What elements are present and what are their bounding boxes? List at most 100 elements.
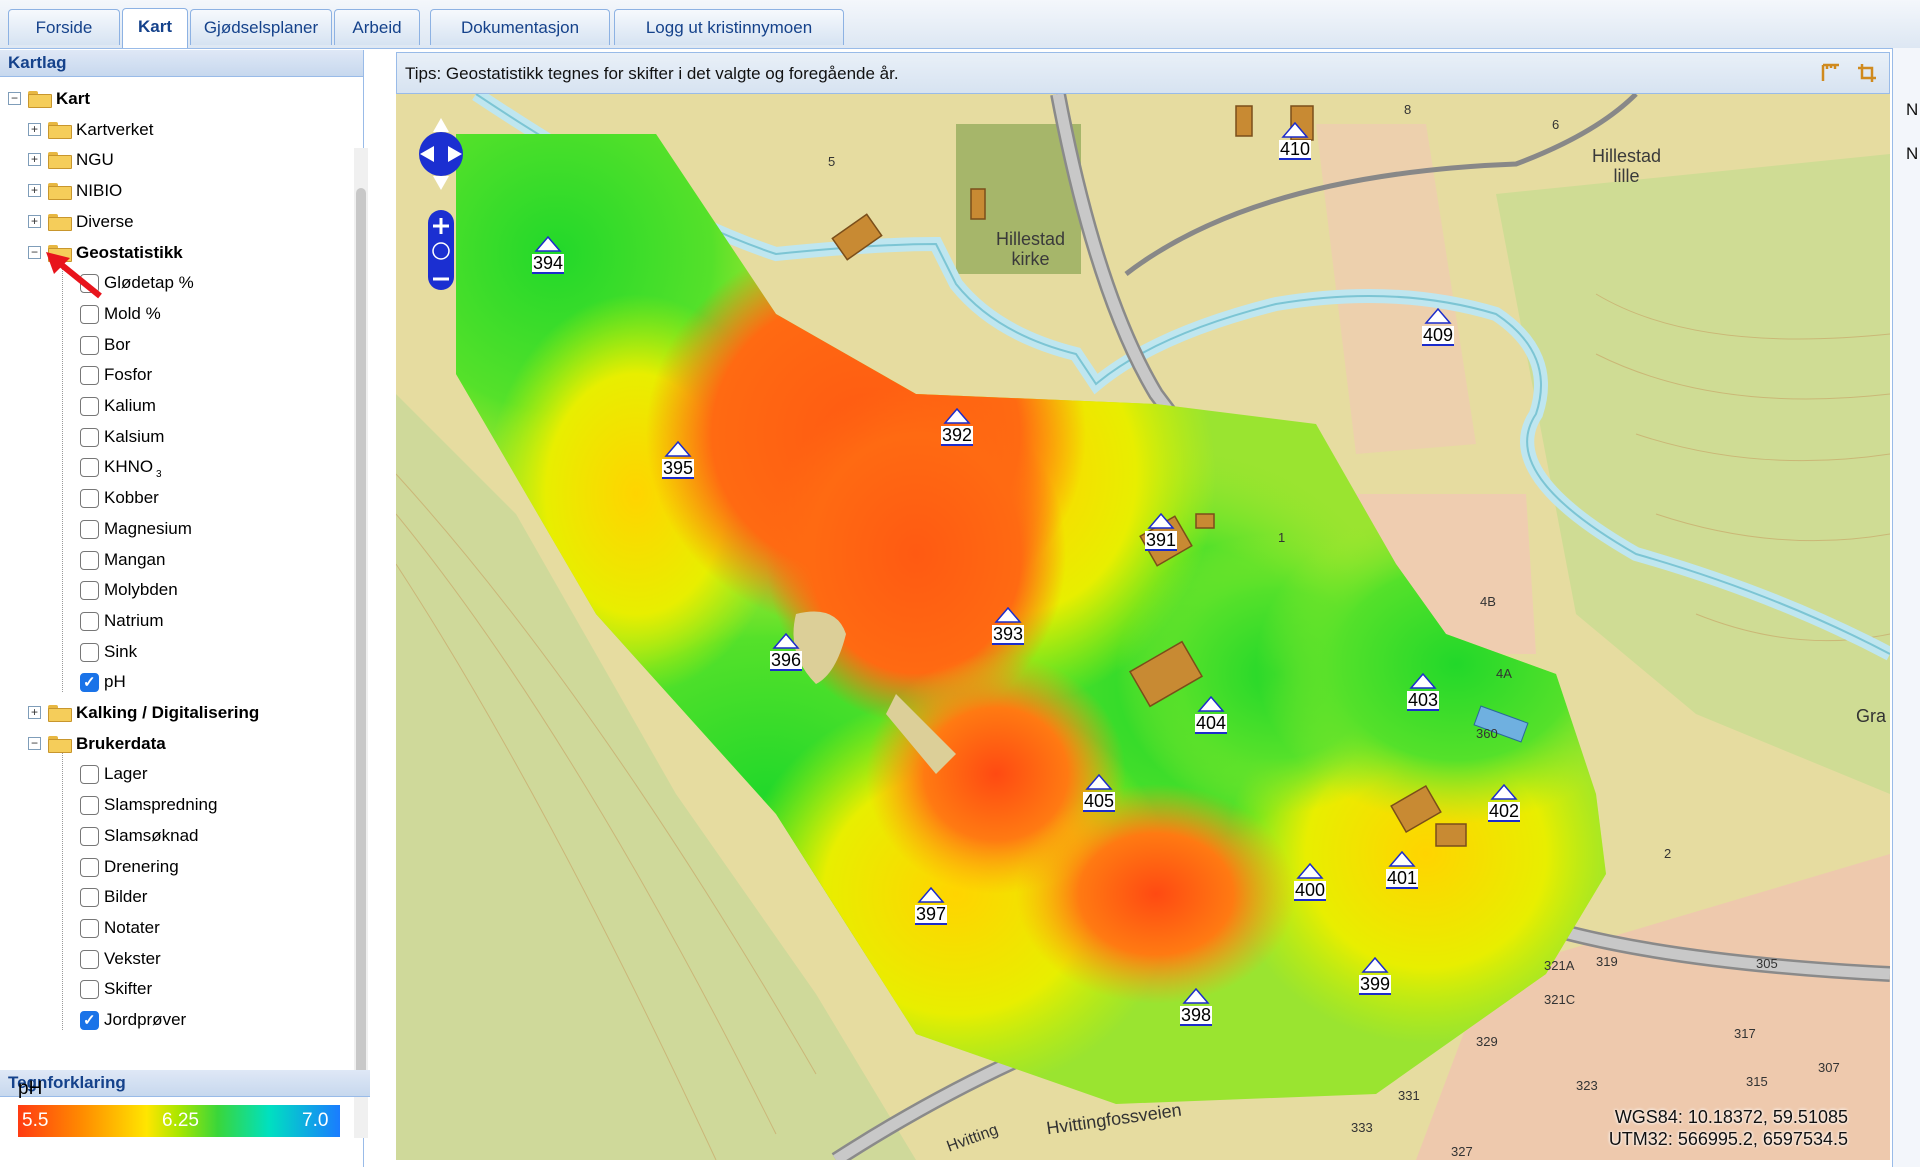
layer-checkbox[interactable] (80, 489, 99, 509)
layer-label: Slamsøknad (104, 825, 199, 845)
map-canvas[interactable]: 394 395 392 391 393 396 404 403 405 402 400 401 397 3… (396, 94, 1890, 1160)
layer-item-geo-2[interactable]: Bor (0, 330, 340, 360)
sample-point-marker[interactable]: 395 (660, 440, 696, 479)
tree-folder-kartverket[interactable]: + Kartverket (0, 115, 340, 145)
layer-item-geo-8[interactable]: Magnesium (0, 514, 340, 544)
sample-point-marker[interactable]: 405 (1081, 773, 1117, 812)
sample-point-label: 399 (1358, 974, 1392, 995)
crop-icon[interactable] (1856, 62, 1878, 84)
layer-checkbox[interactable] (80, 397, 99, 416)
tab-gjodselsplaner[interactable]: Gjødselsplaner (190, 9, 332, 45)
layer-item-geo-4[interactable]: Kalium (0, 391, 340, 421)
layer-checkbox[interactable] (80, 335, 99, 355)
sample-point-marker[interactable]: 409 (1420, 307, 1456, 346)
layer-checkbox[interactable] (80, 366, 99, 386)
layer-checkbox[interactable] (80, 611, 99, 631)
tree-folder-nibio[interactable]: + NIBIO (0, 176, 340, 206)
marker-triangle-icon (772, 632, 800, 649)
layer-checkbox[interactable] (80, 642, 99, 662)
layer-checkbox[interactable] (80, 519, 99, 539)
layer-label: Sink (104, 641, 138, 661)
building-number: 323 (1576, 1078, 1598, 1093)
sample-point-marker[interactable]: 400 (1292, 862, 1328, 901)
sample-point-marker[interactable]: 402 (1486, 783, 1522, 822)
sample-point-label: 396 (769, 650, 803, 671)
layer-item-geo-9[interactable]: Mangan (0, 545, 340, 575)
layer-item-user-1[interactable]: Slamspredning (0, 790, 340, 820)
layer-checkbox[interactable] (80, 458, 99, 478)
layer-item-user-6[interactable]: Vekster (0, 944, 340, 974)
layer-item-geo-10[interactable]: Molybden (0, 575, 340, 605)
sample-point-marker[interactable]: 397 (913, 886, 949, 925)
expander-icon[interactable]: + (28, 153, 41, 167)
farm-label-line1: Hillestad (1592, 146, 1662, 166)
layer-checkbox[interactable] (80, 857, 99, 877)
layer-item-user-8[interactable]: Jordprøver (0, 1005, 340, 1036)
measure-icon[interactable] (1820, 62, 1842, 84)
sample-point-marker[interactable]: 396 (768, 632, 804, 671)
tip-text: Tips: Geostatistikk tegnes for skifter i… (405, 64, 899, 83)
expander-icon[interactable]: − (8, 92, 21, 105)
sample-point-marker[interactable]: 392 (939, 407, 975, 446)
sample-point-marker[interactable]: 391 (1143, 512, 1179, 551)
sample-point-marker[interactable]: 398 (1178, 987, 1214, 1026)
map-nav-control[interactable] (418, 110, 464, 290)
sample-point-marker[interactable]: 404 (1193, 695, 1229, 734)
layer-item-user-3[interactable]: Drenering (0, 852, 340, 882)
layer-item-geo-7[interactable]: Kobber (0, 483, 340, 513)
sample-point-marker[interactable]: 393 (990, 606, 1026, 645)
sample-point-marker[interactable]: 394 (530, 235, 566, 274)
layer-checkbox[interactable] (80, 796, 99, 816)
expander-icon[interactable]: + (28, 214, 41, 228)
layer-checkbox[interactable] (80, 550, 99, 570)
tree-scrollbar[interactable] (354, 148, 368, 1138)
expander-icon[interactable]: + (28, 122, 41, 136)
layer-item-geo-12[interactable]: Sink (0, 637, 340, 667)
sample-point-label: 393 (991, 624, 1025, 645)
layer-item-geo-13[interactable]: pH (0, 667, 340, 698)
layer-item-user-2[interactable]: Slamsøknad (0, 821, 340, 851)
layer-checkbox[interactable] (80, 581, 99, 601)
layer-item-geo-6[interactable]: KHNO 3 (0, 452, 340, 482)
tree-folder-kalking[interactable]: + Kalking / Digitalisering (0, 698, 340, 728)
layer-item-geo-5[interactable]: Kalsium (0, 422, 340, 452)
tree-folder-ngu[interactable]: + NGU (0, 145, 340, 175)
layer-item-geo-11[interactable]: Natrium (0, 606, 340, 636)
marker-triangle-icon (1182, 987, 1210, 1004)
tree-folder-diverse[interactable]: + Diverse (0, 207, 340, 237)
expander-icon[interactable]: − (28, 736, 41, 750)
layer-checkbox[interactable] (80, 826, 99, 846)
edge-label: Gra (1856, 706, 1887, 726)
expander-icon[interactable]: + (28, 184, 41, 198)
tab-kart[interactable]: Kart (122, 8, 188, 48)
layer-checkbox[interactable] (80, 1006, 99, 1036)
building-number: 4B (1480, 594, 1496, 609)
sample-point-marker[interactable]: 403 (1405, 672, 1441, 711)
right-collapsed-panel[interactable] (1892, 48, 1920, 1167)
layer-item-user-7[interactable]: Skifter (0, 974, 340, 1004)
layer-item-user-4[interactable]: Bilder (0, 882, 340, 912)
sample-point-marker[interactable]: 399 (1357, 956, 1393, 995)
tab-logout[interactable]: Logg ut kristinnymoen (614, 9, 844, 45)
layer-item-user-0[interactable]: Lager (0, 759, 340, 789)
layer-checkbox[interactable] (80, 427, 99, 447)
tab-arbeid[interactable]: Arbeid (334, 9, 420, 45)
layer-checkbox[interactable] (80, 304, 99, 324)
layer-checkbox[interactable] (80, 949, 99, 969)
layer-checkbox[interactable] (80, 888, 99, 908)
layer-item-geo-3[interactable]: Fosfor (0, 360, 340, 390)
tree-folder-brukerdata[interactable]: − Brukerdata (0, 729, 340, 759)
expander-icon[interactable]: + (28, 706, 41, 719)
layer-checkbox[interactable] (80, 765, 99, 785)
tab-dokumentasjon[interactable]: Dokumentasjon (430, 9, 610, 45)
building-number: 8 (1404, 102, 1412, 117)
layer-checkbox[interactable] (80, 918, 99, 938)
layer-checkbox[interactable] (80, 668, 99, 698)
layer-item-user-5[interactable]: Notater (0, 913, 340, 943)
sample-point-marker[interactable]: 410 (1277, 121, 1313, 160)
tree-folder-kart[interactable]: − Kart (0, 84, 340, 114)
tree-scrollbar-thumb[interactable] (356, 188, 366, 1088)
tab-forside[interactable]: Forside (8, 9, 120, 45)
layer-checkbox[interactable] (80, 980, 99, 1000)
sample-point-marker[interactable]: 401 (1384, 850, 1420, 889)
